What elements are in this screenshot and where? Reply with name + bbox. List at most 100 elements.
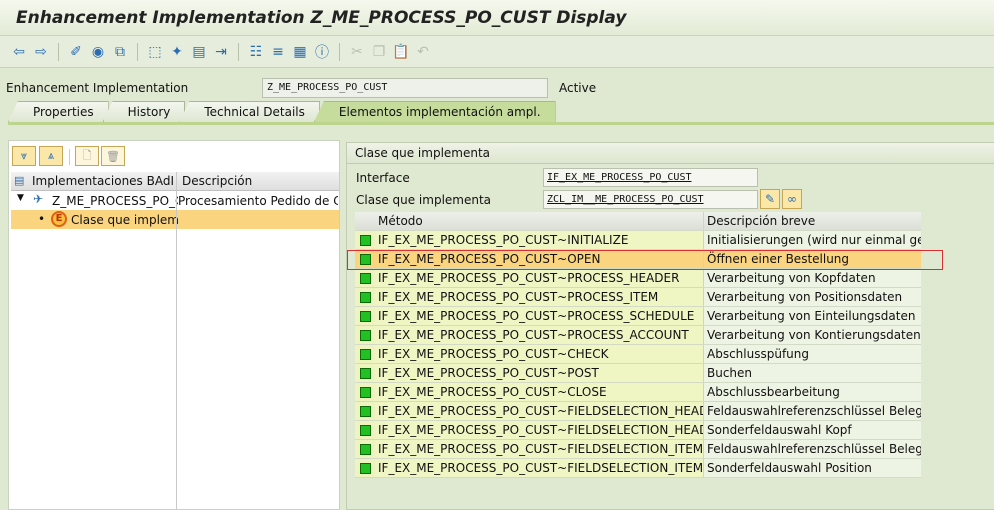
table-row[interactable]: IF_EX_ME_PROCESS_PO_CUST~FIELDSELECTION_… [355, 440, 921, 459]
method-cell[interactable]: IF_EX_ME_PROCESS_PO_CUST~OPEN [375, 250, 704, 268]
table-row[interactable]: IF_EX_ME_PROCESS_PO_CUST~PROCESS_SCHEDUL… [355, 307, 921, 326]
status-cell [355, 402, 375, 420]
print-button[interactable]: ▤ [190, 43, 208, 61]
copy-button[interactable]: ❐ [370, 43, 388, 61]
toolbar-separator [339, 42, 340, 61]
export-icon: ⇥ [215, 43, 227, 60]
tree-node-implementing-class[interactable]: • E Clase que implemer [11, 210, 339, 229]
table-row[interactable]: IF_EX_ME_PROCESS_PO_CUST~PROCESS_ITEM Ver… [355, 288, 921, 307]
table-row[interactable]: IF_EX_ME_PROCESS_PO_CUST~POST Buchen [355, 364, 921, 383]
collapse-all-button[interactable]: ⩓ [39, 146, 63, 166]
table-row[interactable]: IF_EX_ME_PROCESS_PO_CUST~PROCESS_ACCOUNT… [355, 326, 921, 345]
column-header-description[interactable]: Descripción breve [704, 212, 921, 230]
enhancement-implementation-label: Enhancement Implementation [6, 81, 189, 95]
status-cell [355, 421, 375, 439]
method-cell[interactable]: IF_EX_ME_PROCESS_PO_CUST~PROCESS_HEADER [375, 269, 704, 287]
method-cell[interactable]: IF_EX_ME_PROCESS_PO_CUST~POST [375, 364, 704, 382]
implementing-class-panel: Clase que implementa Interface IF_EX_ME_… [346, 142, 994, 510]
table-row[interactable]: IF_EX_ME_PROCESS_PO_CUST~CLOSE Abschlussb… [355, 383, 921, 402]
paste-icon: 📋 [392, 43, 410, 60]
cut-button[interactable]: ✂ [348, 43, 366, 61]
hierarchy-button[interactable]: ☷ [247, 43, 265, 61]
toolbar-separator [58, 42, 59, 61]
implementing-class-field[interactable]: ZCL_IM__ME_PROCESS_PO_CUST [543, 190, 758, 209]
info-button[interactable]: ⓘ [313, 43, 331, 61]
paste-button[interactable]: 📋 [392, 43, 410, 61]
table-header: Método Descripción breve [355, 212, 921, 231]
implemented-status-icon [359, 367, 371, 379]
hierarchy-icon: ☷ [249, 43, 263, 60]
status-cell [355, 231, 375, 249]
activate-button[interactable]: ◉ [89, 43, 107, 61]
info-icon: ⓘ [315, 44, 329, 61]
forward-button[interactable]: ⇨ [32, 43, 50, 61]
method-cell[interactable]: IF_EX_ME_PROCESS_PO_CUST~FIELDSELECTION_… [375, 459, 704, 477]
implemented-status-icon [359, 310, 371, 322]
tab-elementos-implementaci-n-ampl[interactable]: Elementos implementación ampl. [313, 101, 556, 122]
method-cell[interactable]: IF_EX_ME_PROCESS_PO_CUST~CHECK [375, 345, 704, 363]
copy-object-button[interactable]: ⧉ [111, 43, 129, 61]
export-button[interactable]: ⇥ [212, 43, 230, 61]
create-button[interactable]: 🗋 [75, 146, 99, 166]
copy-object-icon: ⧉ [115, 43, 125, 60]
cut-icon: ✂ [351, 43, 363, 60]
list-button[interactable]: ▦ [291, 43, 309, 61]
status-cell [355, 459, 375, 477]
implemented-status-icon [359, 424, 371, 436]
badi-tree-panel: ⩔ ⩓ 🗋 🗑 ▤ Implementaciones BAdI Descripc… [8, 140, 340, 510]
tab-properties[interactable]: Properties [8, 101, 109, 122]
implemented-status-icon [359, 405, 371, 417]
tab-underline [8, 122, 994, 125]
column-header-description[interactable]: Descripción [182, 174, 252, 188]
table-row[interactable]: IF_EX_ME_PROCESS_PO_CUST~FIELDSELECTION_… [355, 421, 921, 440]
tree-node-implementation[interactable]: ▼ ✈ Z_ME_PROCESS_PO_C Procesamiento Pedi… [11, 191, 339, 210]
magic-wand-button[interactable]: ✦ [168, 43, 186, 61]
pencil-icon: ✎ [764, 192, 776, 206]
description-cell: Abschlussbearbeitung [704, 383, 921, 401]
table-row[interactable]: IF_EX_ME_PROCESS_PO_CUST~INITIALIZE Initi… [355, 231, 921, 250]
display-change-button[interactable]: ✐ [67, 43, 85, 61]
back-button[interactable]: ⇦ [10, 43, 28, 61]
implementing-class-label: Clase que implementa [356, 193, 492, 207]
tab-technical-details[interactable]: Technical Details [179, 101, 320, 122]
method-cell[interactable]: IF_EX_ME_PROCESS_PO_CUST~PROCESS_ITEM [375, 288, 704, 306]
method-cell[interactable]: IF_EX_ME_PROCESS_PO_CUST~FIELDSELECTION_… [375, 421, 704, 439]
method-cell[interactable]: IF_EX_ME_PROCESS_PO_CUST~PROCESS_SCHEDUL… [375, 307, 704, 325]
enhancement-implementation-field[interactable]: Z_ME_PROCESS_PO_CUST [262, 78, 548, 98]
method-cell[interactable]: IF_EX_ME_PROCESS_PO_CUST~FIELDSELECTION_… [375, 402, 704, 420]
description-cell: Verarbeitung von Positionsdaten [704, 288, 921, 306]
method-cell[interactable]: IF_EX_ME_PROCESS_PO_CUST~CLOSE [375, 383, 704, 401]
status-cell [355, 440, 375, 458]
tab-history[interactable]: History [102, 101, 186, 122]
status-cell [355, 345, 375, 363]
method-cell[interactable]: IF_EX_ME_PROCESS_PO_CUST~INITIALIZE [375, 231, 704, 249]
table-row[interactable]: IF_EX_ME_PROCESS_PO_CUST~PROCESS_HEADER V… [355, 269, 921, 288]
description-cell: Feldauswahlreferenzschlüssel Belegko... [704, 402, 921, 420]
delete-button[interactable]: 🗑 [101, 146, 125, 166]
table-row[interactable]: IF_EX_ME_PROCESS_PO_CUST~OPEN Öffnen eine… [355, 250, 921, 269]
column-header-method[interactable]: Método [375, 212, 704, 230]
table-row[interactable]: IF_EX_ME_PROCESS_PO_CUST~CHECK Abschlussp… [355, 345, 921, 364]
column-divider [176, 172, 177, 510]
display-button[interactable]: ∞ [782, 189, 802, 209]
table-row[interactable]: IF_EX_ME_PROCESS_PO_CUST~FIELDSELECTION_… [355, 459, 921, 478]
status-column-header [355, 212, 375, 230]
column-header-implementations[interactable]: Implementaciones BAdI [32, 174, 174, 188]
table-row[interactable]: IF_EX_ME_PROCESS_PO_CUST~FIELDSELECTION_… [355, 402, 921, 421]
window-title: Enhancement Implementation Z_ME_PROCESS_… [16, 8, 627, 28]
application-toolbar: ⇦ ⇨ ✐ ◉ ⧉ ⬚ ✦ ▤ ⇥ ☷ ≡ ▦ ⓘ ✂ ❐ 📋 ↶ [0, 36, 994, 68]
interface-label: Interface [356, 171, 410, 185]
method-cell[interactable]: IF_EX_ME_PROCESS_PO_CUST~PROCESS_ACCOUNT [375, 326, 704, 344]
edit-button[interactable]: ✎ [760, 189, 780, 209]
undo-button[interactable]: ↶ [414, 43, 432, 61]
activate-icon: ◉ [91, 43, 105, 60]
description-cell: Abschlusspüfung [704, 345, 921, 363]
expand-all-button[interactable]: ⩔ [12, 146, 36, 166]
status-cell [355, 383, 375, 401]
tree-node-desc: Procesamiento Pedido de Cor [178, 194, 338, 208]
status-cell [355, 269, 375, 287]
interface-field[interactable]: IF_EX_ME_PROCESS_PO_CUST [543, 168, 758, 187]
method-cell[interactable]: IF_EX_ME_PROCESS_PO_CUST~FIELDSELECTION_… [375, 440, 704, 458]
align-button[interactable]: ≡ [269, 43, 287, 61]
check-button[interactable]: ⬚ [146, 43, 164, 61]
